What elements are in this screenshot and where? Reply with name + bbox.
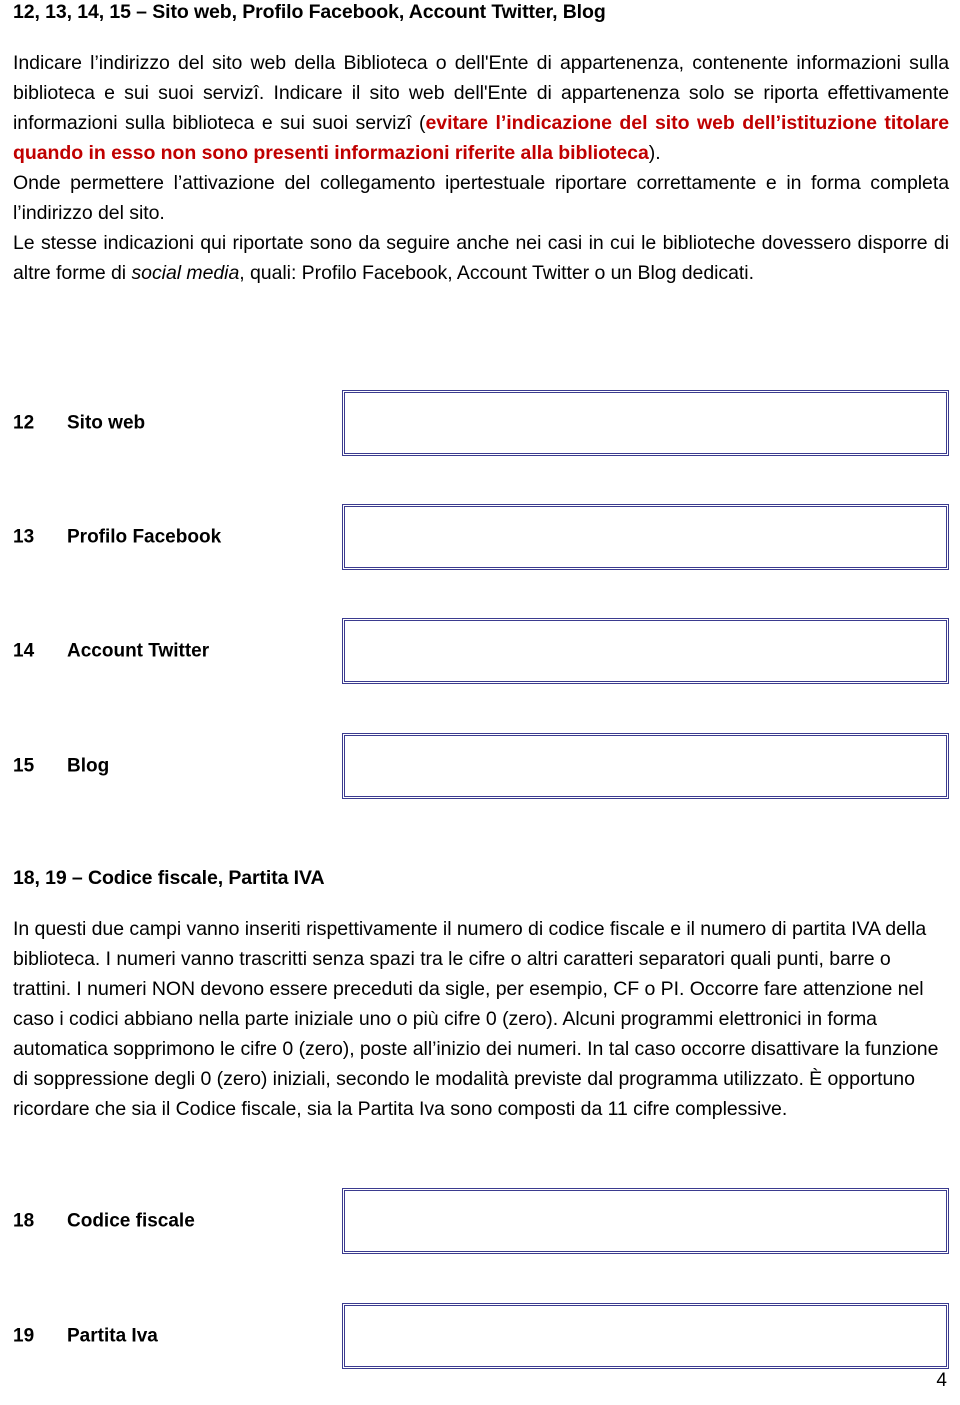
document-content: 12, 13, 14, 15 – Sito web, Profilo Faceb… bbox=[13, 0, 949, 288]
paragraph-hyperlink-guidance: Onde permettere l’attivazione del colleg… bbox=[13, 168, 949, 228]
form-field-label: Codice fiscale bbox=[67, 1210, 195, 1232]
page-number: 4 bbox=[936, 1370, 947, 1391]
form-field-label: Profilo Facebook bbox=[67, 526, 222, 548]
paragraph-social-part-2: , quali: Profilo Facebook, Account Twitt… bbox=[239, 262, 754, 285]
form-field-number: 13 bbox=[13, 526, 35, 548]
paragraph-social-media-guidance: Le stesse indicazioni qui riportate sono… bbox=[13, 228, 949, 288]
document-content-section-two: 18, 19 – Codice fiscale, Partita IVA In … bbox=[13, 866, 949, 1124]
form-row: 15 Blog bbox=[0, 733, 960, 799]
paragraph-website-guidance: Indicare l’indirizzo del sito web della … bbox=[13, 48, 949, 168]
form-field-input[interactable] bbox=[342, 504, 949, 570]
form-field-number: 18 bbox=[13, 1210, 35, 1232]
paragraph-social-italic: social media bbox=[131, 262, 240, 285]
document-page: 12, 13, 14, 15 – Sito web, Profilo Faceb… bbox=[0, 0, 960, 1405]
form-field-label: Account Twitter bbox=[67, 640, 210, 662]
form-field-number: 14 bbox=[13, 640, 35, 662]
form-row: 19 Partita Iva bbox=[0, 1303, 960, 1369]
form-field-input[interactable] bbox=[342, 1303, 949, 1369]
form-row: 14 Account Twitter bbox=[0, 618, 960, 684]
paragraph-fiscal-guidance: In questi due campi vanno inseriti rispe… bbox=[13, 918, 939, 1121]
form-row: 18 Codice fiscale bbox=[0, 1188, 960, 1254]
form-field-number: 15 bbox=[13, 755, 35, 777]
form-field-label: Partita Iva bbox=[67, 1325, 158, 1347]
form-field-input[interactable] bbox=[342, 733, 949, 799]
form-field-label: Blog bbox=[67, 755, 110, 777]
form-field-input[interactable] bbox=[342, 390, 949, 456]
paragraph-hyperlink-text: Onde permettere l’attivazione del colleg… bbox=[13, 172, 949, 225]
section-heading-fiscal-codes: 18, 19 – Codice fiscale, Partita IVA bbox=[13, 867, 325, 889]
form-row: 13 Profilo Facebook bbox=[0, 504, 960, 570]
form-row: 12 Sito web bbox=[0, 390, 960, 456]
form-field-label: Sito web bbox=[67, 412, 146, 434]
form-field-number: 12 bbox=[13, 412, 35, 434]
paragraph-text-part-2: ). bbox=[648, 142, 661, 165]
form-field-input[interactable] bbox=[342, 1188, 949, 1254]
form-field-number: 19 bbox=[13, 1325, 35, 1347]
section-heading-websites: 12, 13, 14, 15 – Sito web, Profilo Faceb… bbox=[13, 1, 606, 23]
form-field-input[interactable] bbox=[342, 618, 949, 684]
